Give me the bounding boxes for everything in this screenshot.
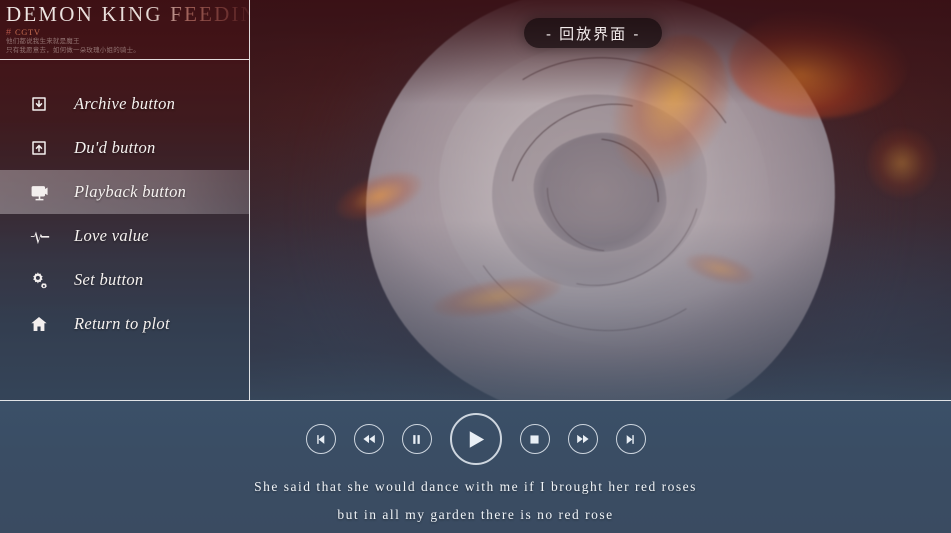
- brand-subtitle-line-2: 只有我愿意去，如何做一朵玫瑰小姐的骑士。: [6, 47, 140, 54]
- sidebar-item-label: Love value: [74, 226, 149, 245]
- sidebar-item-label: Playback button: [74, 182, 187, 201]
- pause-button[interactable]: [401, 424, 432, 454]
- skip-next-icon: [624, 433, 637, 446]
- upload-box-icon: [30, 139, 56, 157]
- sidebar-item-label: Return to plot: [74, 314, 170, 333]
- playback-controls: [0, 401, 951, 465]
- play-icon: [464, 428, 487, 451]
- skip-previous-icon: [314, 433, 327, 446]
- subtitle-area: She said that she would dance with me if…: [0, 463, 951, 529]
- sidebar-item-love-value[interactable]: Love value: [0, 214, 249, 258]
- subtitle-line-1: She said that she would dance with me if…: [254, 479, 697, 494]
- skip-next-button[interactable]: [615, 424, 646, 454]
- sidebar-item-label: Archive button: [74, 94, 176, 113]
- brand-subtitle-line-1: 他们都说我生来就是魔王: [6, 38, 80, 45]
- rewind-button[interactable]: [353, 424, 384, 454]
- pause-icon: [410, 433, 423, 446]
- skip-previous-button[interactable]: [305, 424, 336, 454]
- sidebar-item-dud[interactable]: Du'd button: [0, 126, 249, 170]
- hash-icon: #: [6, 27, 12, 37]
- fast-forward-icon: [576, 432, 590, 446]
- sidebar-menu: Archive button Du'd button Playback butt…: [0, 60, 249, 346]
- transport-bar: She said that she would dance with me if…: [0, 400, 951, 533]
- playback-mode-chip: - 回放界面 -: [524, 18, 663, 48]
- rewind-icon: [362, 432, 376, 446]
- playback-mode-label: - 回放界面 -: [546, 25, 641, 43]
- game-title: DEMON KING FEEDING: [6, 2, 250, 26]
- pulse-icon: [30, 226, 56, 246]
- sidebar: DEMON KING FEEDING # CGTV 他们都说我生来就是魔王 只有…: [0, 0, 250, 400]
- sidebar-item-label: Set button: [74, 270, 144, 289]
- gears-icon: [30, 271, 56, 290]
- sidebar-item-settings[interactable]: Set button: [0, 258, 249, 302]
- brand-header: DEMON KING FEEDING # CGTV 他们都说我生来就是魔王 只有…: [0, 0, 249, 60]
- sidebar-item-playback[interactable]: Playback button: [0, 170, 249, 214]
- projector-icon: [30, 183, 56, 202]
- sidebar-item-return-to-plot[interactable]: Return to plot: [0, 302, 249, 346]
- app-root: - 回放界面 - DEMON KING FEEDING # CGTV 他们都说我…: [0, 0, 951, 533]
- stop-button[interactable]: [519, 424, 550, 454]
- sidebar-item-archive[interactable]: Archive button: [0, 82, 249, 126]
- rose-image: [250, 0, 951, 400]
- channel-label: CGTV: [15, 27, 41, 37]
- subtitle-line-2: but in all my garden there is no red ros…: [337, 507, 614, 522]
- download-box-icon: [30, 95, 56, 113]
- stop-icon: [528, 433, 541, 446]
- fast-forward-button[interactable]: [567, 424, 598, 454]
- home-icon: [30, 315, 56, 333]
- play-button[interactable]: [449, 413, 502, 465]
- sidebar-item-label: Du'd button: [74, 138, 156, 157]
- channel-tag: # CGTV: [6, 27, 249, 37]
